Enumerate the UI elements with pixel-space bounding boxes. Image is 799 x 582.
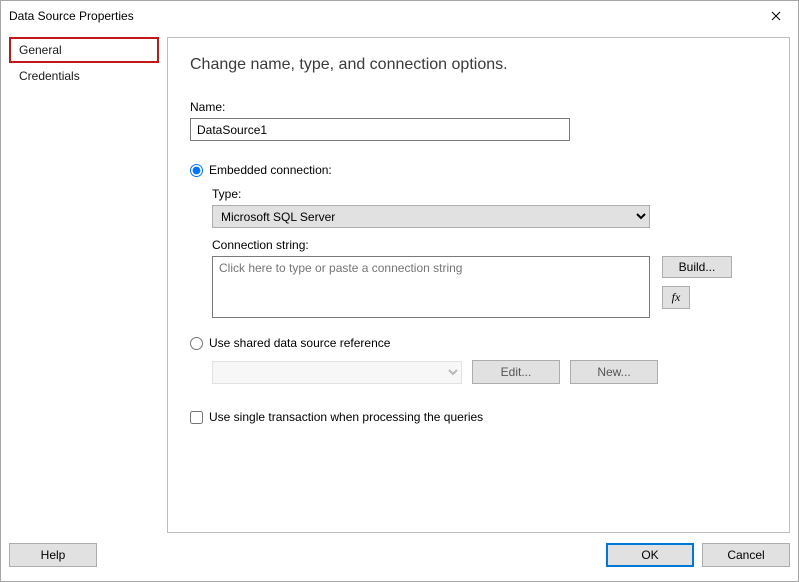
ok-button[interactable]: OK: [606, 543, 694, 567]
single-txn-label: Use single transaction when processing t…: [209, 410, 483, 424]
dialog-footer: Help OK Cancel: [1, 537, 798, 581]
embedded-radio-row[interactable]: Embedded connection:: [190, 163, 769, 177]
embedded-radio[interactable]: [190, 164, 203, 177]
expression-button[interactable]: fx: [662, 286, 690, 309]
shared-radio-label: Use shared data source reference: [209, 336, 390, 350]
single-txn-row[interactable]: Use single transaction when processing t…: [190, 410, 769, 424]
shared-select: [212, 361, 462, 384]
close-icon: [771, 11, 781, 21]
window-title: Data Source Properties: [9, 9, 134, 23]
new-button[interactable]: New...: [570, 360, 658, 384]
sidebar-item-general[interactable]: General: [9, 37, 159, 63]
type-label: Type:: [212, 187, 769, 201]
help-button[interactable]: Help: [9, 543, 97, 567]
build-button[interactable]: Build...: [662, 256, 732, 278]
name-input[interactable]: [190, 118, 570, 141]
main-panel: Change name, type, and connection option…: [167, 37, 790, 533]
sidebar-item-label: Credentials: [19, 69, 80, 83]
titlebar: Data Source Properties: [1, 1, 798, 31]
fx-icon: fx: [672, 290, 681, 304]
shared-radio-row[interactable]: Use shared data source reference: [190, 336, 769, 350]
sidebar-item-label: General: [19, 43, 62, 57]
sidebar-item-credentials[interactable]: Credentials: [9, 63, 159, 89]
name-label: Name:: [190, 100, 769, 114]
close-button[interactable]: [753, 1, 798, 31]
type-select[interactable]: Microsoft SQL Server: [212, 205, 650, 228]
page-heading: Change name, type, and connection option…: [190, 56, 769, 74]
single-txn-checkbox[interactable]: [190, 411, 203, 424]
connection-string-input[interactable]: [212, 256, 650, 318]
sidebar: General Credentials: [9, 37, 159, 533]
edit-button[interactable]: Edit...: [472, 360, 560, 384]
shared-radio[interactable]: [190, 337, 203, 350]
cancel-button[interactable]: Cancel: [702, 543, 790, 567]
embedded-radio-label: Embedded connection:: [209, 163, 332, 177]
connstr-label: Connection string:: [212, 238, 769, 252]
